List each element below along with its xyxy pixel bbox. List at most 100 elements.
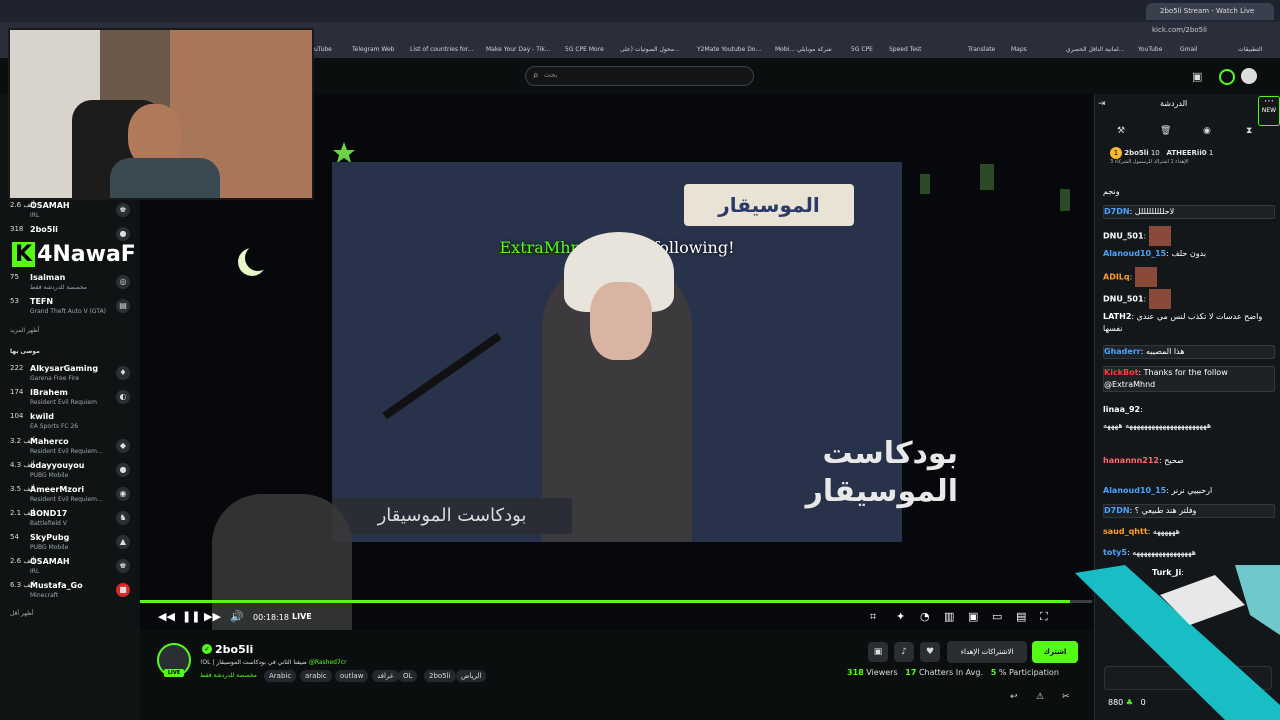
bookmark-item[interactable]: Make Your Day - Tik... (486, 42, 551, 58)
bookmark-item[interactable]: Speed Test (889, 42, 922, 58)
bookmark-item[interactable]: محول الصوتيات (على... (620, 42, 680, 58)
pause-icon[interactable]: ❚❚ (182, 610, 200, 623)
progress-bar[interactable] (140, 600, 1092, 603)
quality-icon[interactable]: ▥ (944, 610, 954, 623)
bookmark-item[interactable]: List of countries for... (410, 42, 473, 58)
sidebar-channel[interactable]: 222 AlkysarGaming Garena Free Fire ♦ (0, 363, 136, 387)
channel-name[interactable]: 2bo5li (215, 643, 253, 656)
chat-message: D7DN: وفلتر هند طبيعي ؟ (1103, 504, 1275, 518)
search-input[interactable]: ⌕ بحث (525, 66, 754, 86)
bookmark-item[interactable]: Y2Mate Youtube Do... (697, 42, 761, 58)
playback-time: 00:18:18 (253, 613, 289, 622)
chat-message: ونجم (1103, 187, 1120, 196)
subscribe-button[interactable]: اشترك (1032, 641, 1078, 663)
k4nawaf-overlay: K 4NawaF (12, 242, 136, 267)
tag[interactable]: غرافد (372, 670, 399, 682)
sidebar-channel[interactable]: 2.6 ألف OSAMAH IRL ♚ (0, 556, 136, 580)
sidebar-channel[interactable]: 3.2 ألف Maherco Resident Evil Requiem...… (0, 436, 136, 460)
bookmark-item[interactable]: Gmail (1180, 42, 1198, 58)
kick-logo-icon[interactable] (1219, 69, 1235, 85)
player-controls: ◀◀ ❚❚ ▶▶ 🔊 00:18:18 LIVE ⌗ ✦ ◔ ▥ ▣ ▭ ▤ ⛶ (140, 606, 1092, 630)
theater-icon[interactable]: ▭ (992, 610, 1002, 623)
podcast-brand-overlay: بودكاست الموسيقار (805, 436, 958, 509)
bell-icon[interactable]: ♪ (894, 642, 914, 662)
sidebar-channel[interactable]: 2.6 ألف OSAMAH IRL ♚ (0, 200, 136, 224)
sidebar-channel[interactable]: 174 IBrahem Resident Evil Requiem ◐ (0, 387, 136, 411)
recommended-heading: موصى بها (10, 348, 40, 355)
pip-icon[interactable]: ▣ (968, 610, 978, 623)
sidebar-channel[interactable]: 53 TEFN Grand Theft Auto V (GTA) ▤ (0, 296, 136, 320)
bookmark-item[interactable]: Translate (968, 42, 995, 58)
volume-icon[interactable]: 🔊 (230, 610, 244, 623)
speed-icon[interactable]: ◔ (920, 610, 930, 623)
sidebar-channel[interactable]: 104 kwild EA Sports FC 26 (0, 411, 136, 435)
guest-face (590, 282, 652, 360)
show-more-link[interactable]: أظهر المزيد (10, 327, 40, 334)
gift-icon[interactable]: ▣ (1192, 70, 1202, 83)
trash-icon[interactable]: 🗑 (1160, 126, 1171, 136)
tag[interactable]: arabic (300, 670, 332, 682)
stream-category[interactable]: مخصصة للدردشة فقط (200, 672, 257, 679)
webcam-overlay (8, 28, 314, 200)
progress-fill (140, 600, 1071, 603)
chat-message: DNU_501: (1103, 289, 1273, 309)
channel-avatar: ♞ (116, 511, 130, 525)
sidebar-channel[interactable]: 2.1 ألف BOND17 Battlefield V ♞ (0, 508, 136, 532)
bookmark-item[interactable]: التطبيقات (1238, 42, 1262, 58)
channel-avatar: ♚ (116, 559, 130, 573)
show-less-link[interactable]: أظهر أقل (10, 610, 34, 617)
clip-share-icon[interactable]: ✂ (1062, 692, 1070, 702)
emote-image (1134, 267, 1157, 287)
forward-icon[interactable]: ▶▶ (204, 610, 221, 623)
sidebar-channel[interactable]: 6.3 ألف Mustafa_Go Minecraft ■ (0, 580, 136, 604)
url-text[interactable]: kick.com/2bo5li (1152, 26, 1207, 34)
hourglass-icon[interactable]: ⧗ (1246, 126, 1252, 136)
bookmark-item[interactable]: Telegram Web (352, 42, 394, 58)
bookmark-item[interactable]: 5G CPE More (565, 42, 604, 58)
tag[interactable]: الرياض (456, 670, 487, 682)
podcast-banner: بودكاست الموسيقار (332, 498, 572, 534)
browser-tab-active[interactable]: 2bo5li Stream - Watch Live (1146, 3, 1274, 20)
chat-message: DNU_501: (1103, 226, 1273, 246)
sidebar-channel[interactable]: 75 Isalman مخصصة للدردشة فقط ◎ (0, 272, 136, 296)
heart-icon[interactable]: ♥ (920, 642, 940, 662)
sidebar-channel[interactable]: 54 SkyPubg PUBG Mobile ▲ (0, 532, 136, 556)
gift-badge-icon: 1 (1110, 147, 1122, 159)
share-arrow-icon[interactable]: ↩ (1010, 692, 1018, 702)
tag[interactable]: outlaw (335, 670, 369, 682)
gift-subs-button[interactable]: الاشتراكات الإهداء (947, 641, 1027, 663)
report-icon[interactable]: ⚠ (1036, 692, 1044, 702)
stream-stats: 318 Viewers 17 Chatters In Avg. 5 % Part… (847, 668, 1059, 677)
channel-avatar: ▲ (116, 535, 130, 549)
sidebar-channel[interactable]: 3.5 ألف AmeerMzori Resident Evil Requiem… (0, 484, 136, 508)
fullscreen-icon[interactable]: ⛶ (1040, 610, 1048, 624)
bookmark-item[interactable]: uTube (314, 42, 332, 58)
chat-bubble-icon[interactable]: ◉ (1203, 126, 1211, 136)
sidebar-channel[interactable]: 4.3 ألف odayyouyou PUBG Mobile ● (0, 460, 136, 484)
collapse-chat-icon[interactable]: ⇥ (1098, 99, 1106, 109)
channel-avatar: ♚ (116, 203, 130, 217)
clip-icon[interactable]: ⌗ (870, 610, 876, 624)
settings-icon[interactable]: ▤ (1016, 610, 1026, 623)
bookmark-item[interactable]: لمانية الناقل الحصري... (1066, 42, 1125, 58)
bookmark-item[interactable]: 5G CPE (851, 42, 873, 58)
tag[interactable]: OL (398, 670, 418, 682)
tag[interactable]: Arabic (264, 670, 297, 682)
stream-title: !OL | ضيفنا الثاني في بودكاست الموسيقار … (200, 659, 347, 666)
channel-avatar: ◆ (116, 439, 130, 453)
more-icon: ⋯ (1264, 96, 1274, 107)
bookmark-item[interactable]: Mobi... شركة موبايلي (775, 42, 832, 58)
chat-message: toty5: ههههههههههههههههه (1103, 548, 1197, 557)
rewind-icon[interactable]: ◀◀ (158, 610, 175, 623)
bookmark-item[interactable]: Maps (1011, 42, 1027, 58)
title-mention[interactable]: @Rashed7cr (309, 659, 347, 666)
user-avatar[interactable] (1241, 68, 1257, 84)
chat-message: Ghaderr: هذا المصيبه (1103, 345, 1275, 359)
tag[interactable]: 2bo5li (424, 670, 456, 682)
mod-tools-icon[interactable]: ⚒ (1117, 126, 1125, 136)
channel-avatar: ◉ (116, 487, 130, 501)
chat-menu-button[interactable]: ⋯ NEW (1258, 96, 1280, 126)
bookmark-item[interactable]: YouTube (1138, 42, 1162, 58)
share-icon[interactable]: ▣ (868, 642, 888, 662)
sparkle-icon[interactable]: ✦ (896, 610, 905, 623)
